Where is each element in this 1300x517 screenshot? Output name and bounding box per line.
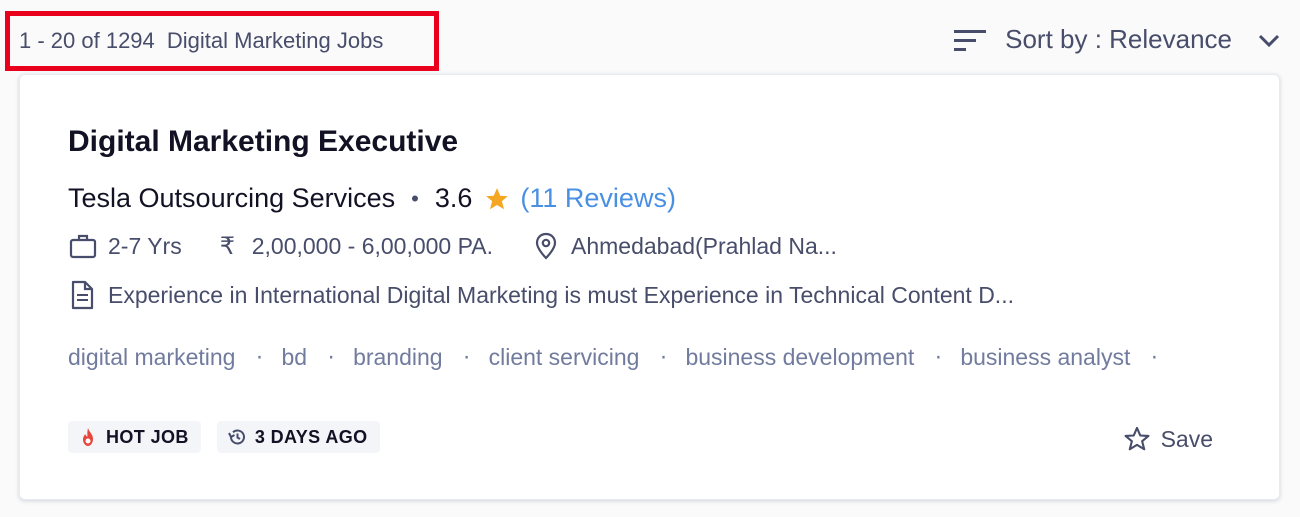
skill-tag: digital marketing <box>68 343 281 371</box>
rupee-icon: ₹ <box>219 232 235 260</box>
hot-job-label: HOT JOB <box>106 426 189 447</box>
document-icon <box>71 280 94 310</box>
sort-label: Sort by : Relevance <box>1005 24 1232 54</box>
job-meta: 2-7 Yrs ₹ 2,00,000 - 6,00,000 PA. Ahmeda… <box>68 231 837 261</box>
company-name[interactable]: Tesla Outsourcing Services <box>68 183 395 214</box>
salary-value: 2,00,000 - 6,00,000 PA. <box>251 232 493 259</box>
results-keyword: Digital Marketing Jobs <box>166 28 384 53</box>
results-range: 1 - 20 of 1294 <box>19 28 155 53</box>
experience: 2-7 Yrs <box>68 231 182 261</box>
job-badges: HOT JOB 3 DAYS AGO <box>68 421 396 453</box>
skill-tag: branding <box>353 343 489 371</box>
skill-tag: bd <box>281 343 353 371</box>
skill-tag: business development <box>685 343 960 371</box>
company-row: Tesla Outsourcing Services • 3.6 (11 Rev… <box>68 183 676 214</box>
posted-date-badge: 3 DAYS AGO <box>216 421 380 453</box>
save-button[interactable]: Save <box>1123 425 1213 453</box>
skill-tag: business analyst <box>960 343 1176 371</box>
job-description: Experience in International Digital Mark… <box>68 280 1014 310</box>
results-count: 1 - 20 of 1294 Digital Marketing Jobs <box>5 11 439 71</box>
location: Ahmedabad(Prahlad Na... <box>531 231 837 261</box>
hot-job-badge: HOT JOB <box>68 421 201 453</box>
job-card[interactable]: Digital Marketing Executive Tesla Outsou… <box>19 74 1280 500</box>
salary: ₹ 2,00,000 - 6,00,000 PA. <box>220 232 493 261</box>
company-rating: 3.6 <box>434 183 473 213</box>
skill-tag: client servicing <box>489 343 686 371</box>
star-outline-icon <box>1124 426 1150 451</box>
save-label: Save <box>1160 425 1213 452</box>
experience-value: 2-7 Yrs <box>108 232 182 259</box>
chevron-down-icon <box>1258 34 1280 47</box>
location-value: Ahmedabad(Prahlad Na... <box>570 232 837 259</box>
skill-tags: digital marketing bd branding client ser… <box>68 343 1176 371</box>
history-icon <box>227 429 245 445</box>
location-pin-icon <box>535 232 557 260</box>
separator-dot: • <box>411 185 419 211</box>
reviews-link[interactable]: (11 Reviews) <box>520 183 676 214</box>
job-title[interactable]: Digital Marketing Executive <box>68 125 458 159</box>
description-text: Experience in International Digital Mark… <box>108 281 1014 308</box>
star-icon <box>486 187 509 209</box>
fire-icon <box>83 428 93 446</box>
briefcase-icon <box>69 234 97 259</box>
posted-date-label: 3 DAYS AGO <box>254 426 368 447</box>
sort-icon <box>954 29 987 51</box>
sort-dropdown[interactable]: Sort by : Relevance <box>953 24 1282 55</box>
